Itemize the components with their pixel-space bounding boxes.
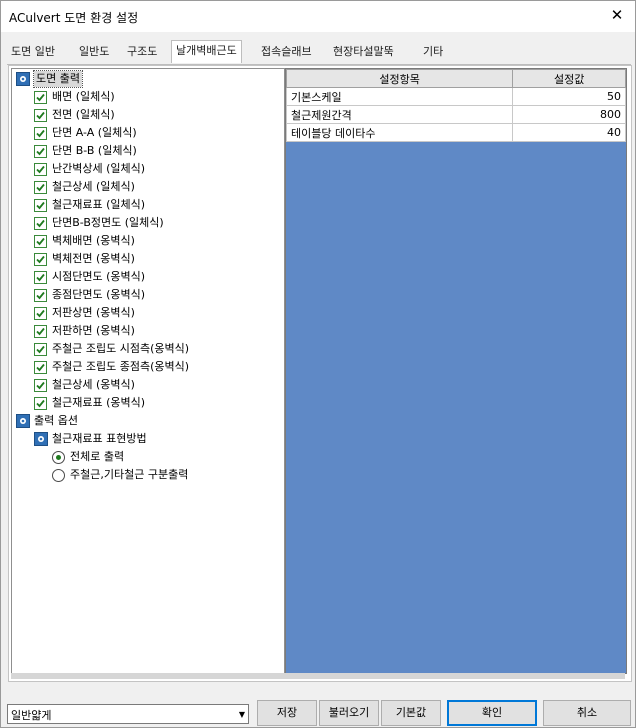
save-button[interactable]: 저장 (257, 700, 317, 726)
tree-group-label: 도면 출력 (33, 70, 83, 88)
tree-item-label: 철근재료표 (옹벽식) (52, 396, 146, 409)
tree-item-label: 난간벽상세 (일체식) (52, 162, 146, 175)
checkbox[interactable] (34, 397, 47, 410)
settings-table: 설정항목 설정값 기본스케일 50 철근제원간격 800 테이블당 데이타수 4… (285, 69, 626, 142)
radio-button[interactable] (52, 469, 65, 482)
table-row[interactable]: 기본스케일 50 (285, 87, 626, 106)
tree-group-drawing-output[interactable]: 도면 출력 (16, 70, 83, 88)
tab-drawing-general[interactable]: 도면 일반 (7, 42, 59, 62)
close-icon[interactable]: ✕ (607, 5, 627, 25)
tree-item-label: 주철근 조립도 시점측(옹벽식) (52, 342, 190, 355)
tree-item-label: 시점단면도 (옹벽식) (52, 270, 146, 283)
tree-item-label: 단면 A-A (일체식) (52, 126, 137, 139)
checkbox[interactable] (34, 181, 47, 194)
tab-etc[interactable]: 기타 (419, 42, 447, 62)
tree-item-label: 저판상면 (옹벽식) (52, 306, 135, 319)
radio-label: 주철근,기타철근 구분출력 (70, 468, 189, 481)
tree-item-label: 배면 (일체식) (52, 90, 115, 103)
tree-subgroup-label: 철근재료표 표현방법 (52, 432, 147, 445)
checkbox[interactable] (34, 199, 47, 212)
tab-wing-wall-rebar[interactable]: 날개벽배근도 (171, 40, 242, 63)
tree-item-label: 철근상세 (옹벽식) (52, 378, 135, 391)
setting-name: 테이블당 데이타수 (285, 123, 514, 142)
checkbox[interactable] (34, 343, 47, 356)
chevron-down-icon[interactable]: ▼ (239, 710, 245, 719)
style-combo[interactable]: 일반얇게 ▼ (7, 704, 249, 724)
tree-group-output-options[interactable]: 출력 옵션 (16, 413, 78, 429)
ok-button[interactable]: 확인 (447, 700, 537, 726)
tree-item-label: 주철근 조립도 종점측(옹벽식) (52, 360, 190, 373)
checkbox[interactable] (34, 325, 47, 338)
checkbox[interactable] (34, 379, 47, 392)
checkbox[interactable] (34, 217, 47, 230)
checkbox[interactable] (34, 271, 47, 284)
checkbox[interactable] (34, 127, 47, 140)
drawing-tree[interactable]: 도면 출력 배면 (일체식) 전면 (일체식) 단면 A-A (일체식) 단면 B-B… (11, 68, 285, 674)
table-row[interactable]: 테이블당 데이타수 40 (285, 123, 626, 142)
radio-button[interactable] (52, 451, 65, 464)
setting-value[interactable]: 40 (512, 123, 626, 142)
table-row[interactable]: 철근제원간격 800 (285, 105, 626, 124)
tab-approach-slab[interactable]: 접속슬래브 (257, 42, 316, 62)
title-bar: ACulvert 도면 환경 설정 ✕ (1, 1, 635, 32)
folder-gear-icon (34, 432, 48, 446)
checkbox[interactable] (34, 307, 47, 320)
checkbox[interactable] (34, 91, 47, 104)
default-button[interactable]: 기본값 (381, 700, 441, 726)
tree-group-label: 출력 옵션 (34, 414, 78, 427)
setting-name: 기본스케일 (285, 87, 514, 106)
tree-item-label: 벽체배면 (옹벽식) (52, 234, 135, 247)
header-setting-item: 설정항목 (285, 69, 514, 88)
tree-item-label: 저판하면 (옹벽식) (52, 324, 135, 337)
checkbox[interactable] (34, 163, 47, 176)
tab-cast-in-place-pile[interactable]: 현장타설말뚝 (329, 42, 398, 62)
settings-dialog: ACulvert 도면 환경 설정 ✕ 도면 일반 일반도 구조도 날개벽배근도… (0, 0, 636, 728)
tree-item-label: 벽체전면 (옹벽식) (52, 252, 135, 265)
tab-general-drawing[interactable]: 일반도 (75, 42, 113, 62)
horizontal-scrollbar[interactable] (11, 673, 625, 679)
settings-grid[interactable]: 설정항목 설정값 기본스케일 50 철근제원간격 800 테이블당 데이타수 4… (285, 68, 627, 674)
combo-value: 일반얇게 (11, 709, 52, 722)
setting-name: 철근제원간격 (285, 105, 514, 124)
tab-structure-drawing[interactable]: 구조도 (123, 42, 161, 62)
setting-value[interactable]: 800 (512, 105, 626, 124)
checkbox[interactable] (34, 235, 47, 248)
window-title: ACulvert 도면 환경 설정 (9, 11, 139, 25)
folder-gear-icon (16, 414, 30, 428)
checkbox[interactable] (34, 109, 47, 122)
checkbox[interactable] (34, 253, 47, 266)
tree-item-label: 전면 (일체식) (52, 108, 115, 121)
tree-item-label: 철근재료표 (일체식) (52, 198, 146, 211)
checkbox[interactable] (34, 145, 47, 158)
checkbox[interactable] (34, 289, 47, 302)
tab-bar: 도면 일반 일반도 구조도 날개벽배근도 접속슬래브 현장타설말뚝 기타 (7, 40, 631, 64)
tree-item-label: 철근상세 (일체식) (52, 180, 135, 193)
load-button[interactable]: 불러오기 (319, 700, 379, 726)
tab-content: 도면 출력 배면 (일체식) 전면 (일체식) 단면 A-A (일체식) 단면 B-B… (8, 65, 632, 682)
checkbox[interactable] (34, 361, 47, 374)
tree-item-label: 단면B-B정면도 (일체식) (52, 216, 164, 229)
tree-item-label: 종점단면도 (옹벽식) (52, 288, 146, 301)
radio-label: 전체로 출력 (70, 450, 125, 463)
folder-gear-icon (16, 72, 30, 86)
tree-subgroup-rebar-table[interactable]: 철근재료표 표현방법 (34, 431, 147, 447)
cancel-button[interactable]: 취소 (543, 700, 631, 726)
setting-value[interactable]: 50 (512, 87, 626, 106)
tree-item-label: 단면 B-B (일체식) (52, 144, 137, 157)
header-setting-value: 설정값 (512, 69, 626, 88)
